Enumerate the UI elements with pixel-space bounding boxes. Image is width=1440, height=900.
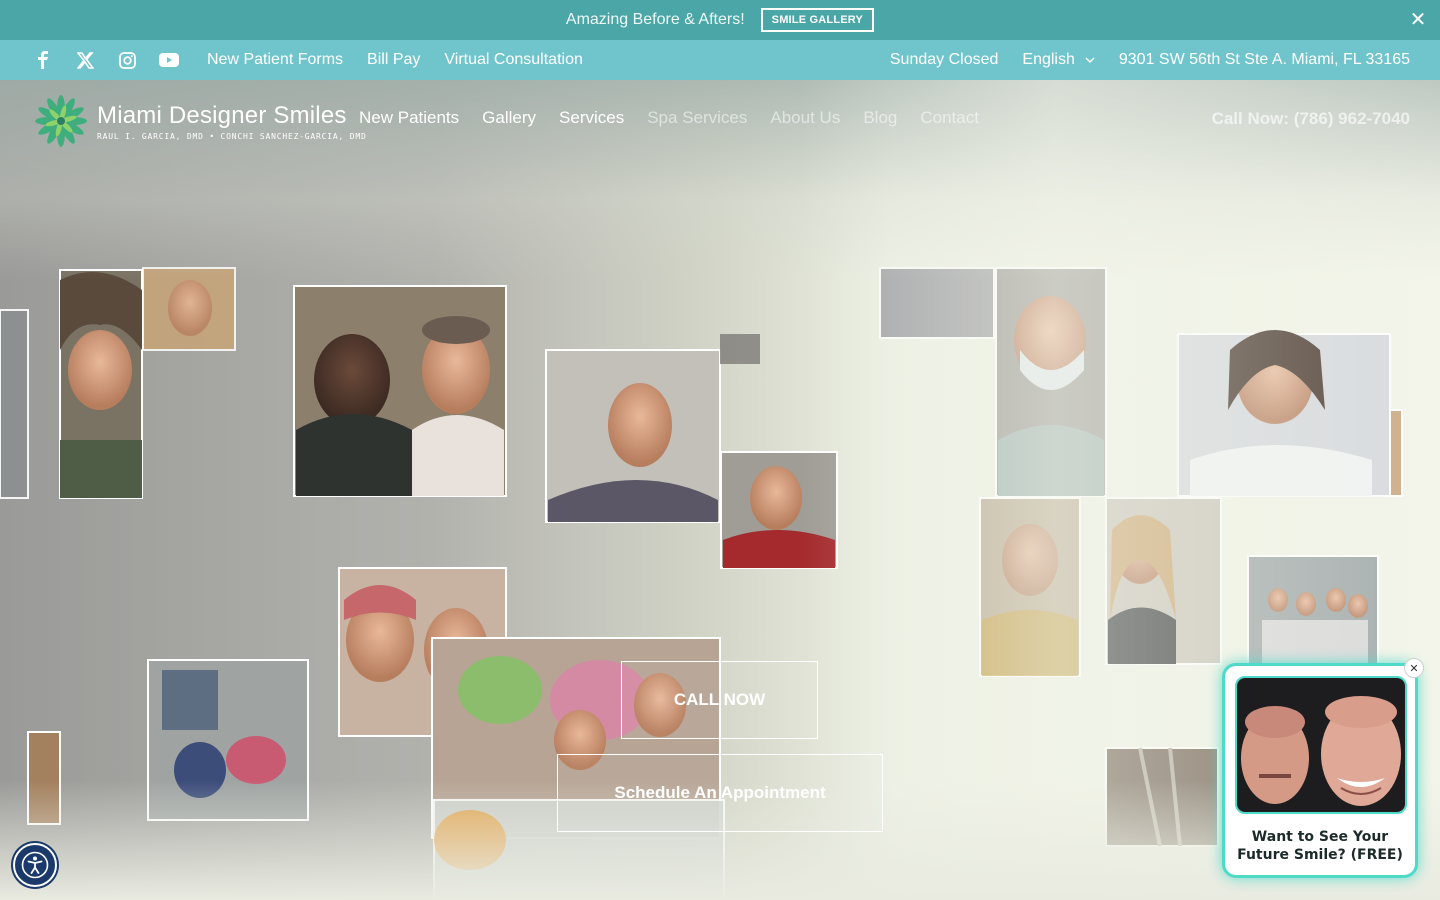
header-call-link[interactable]: Call Now: (786) 962-7040 <box>1212 109 1410 129</box>
photo-tile <box>545 349 721 523</box>
virtual-consultation-link[interactable]: Virtual Consultation <box>444 51 582 69</box>
announcement-close-icon[interactable]: ✕ <box>1406 8 1430 32</box>
brand-name: Miami Designer Smiles <box>97 101 347 129</box>
new-patient-forms-link[interactable]: New Patient Forms <box>207 51 343 69</box>
promo-text: Want to See Your Future Smile? (FREE) <box>1235 828 1405 864</box>
nav-item-services[interactable]: Services <box>559 108 624 128</box>
nav-item-contact[interactable]: Contact <box>920 108 979 128</box>
photo-tile <box>0 269 143 499</box>
photo-tile <box>1105 497 1222 665</box>
photo-tile <box>720 451 838 569</box>
social-links <box>33 50 179 70</box>
x-twitter-icon[interactable] <box>75 50 95 70</box>
address-link[interactable]: 9301 SW 56th St Ste A. Miami, FL 33165 <box>1119 51 1410 69</box>
language-selector[interactable]: English <box>1022 51 1095 69</box>
promo-text-line2: Future Smile? (FREE) <box>1237 847 1403 863</box>
instagram-icon[interactable] <box>117 50 137 70</box>
announcement-text: Amazing Before & Afters! <box>565 11 745 28</box>
call-now-button[interactable]: CALL NOW <box>621 661 818 739</box>
photo-tile <box>142 267 236 351</box>
schedule-appointment-button[interactable]: Schedule An Appointment <box>557 754 883 832</box>
facebook-icon[interactable] <box>33 50 53 70</box>
main-navigation: New Patients Gallery Services Spa Servic… <box>359 108 979 128</box>
photo-tile <box>995 267 1107 497</box>
nav-item-spa-services[interactable]: Spa Services <box>647 108 747 128</box>
chevron-down-icon <box>1085 56 1095 63</box>
bill-pay-link[interactable]: Bill Pay <box>367 51 420 69</box>
photo-tile <box>979 497 1081 677</box>
smile-preview-widget[interactable]: Want to See Your Future Smile? (FREE) <box>1222 663 1418 878</box>
announcement-bar: Amazing Before & Afters! SMILE GALLERY ✕ <box>0 0 1440 40</box>
photo-tile <box>293 285 507 497</box>
language-label: English <box>1022 51 1075 68</box>
site-logo[interactable]: Miami Designer Smiles RAUL I. GARCIA, DM… <box>33 93 367 149</box>
before-after-photo <box>1235 676 1407 814</box>
youtube-icon[interactable] <box>159 50 179 70</box>
brand-doctors: RAUL I. GARCIA, DMD • CONCHI SANCHEZ-GAR… <box>97 131 367 141</box>
accessibility-button[interactable] <box>13 843 57 887</box>
photo-tile <box>1389 409 1403 497</box>
nav-item-gallery[interactable]: Gallery <box>482 108 536 128</box>
flower-logo-icon <box>35 95 87 147</box>
smile-gallery-button[interactable]: SMILE GALLERY <box>760 8 875 32</box>
accessibility-icon <box>21 851 49 879</box>
utility-right: Sunday Closed English 9301 SW 56th St St… <box>890 51 1410 69</box>
promo-text-line1: Want to See Your <box>1251 829 1389 845</box>
promo-close-icon[interactable]: ✕ <box>1404 658 1424 678</box>
hours-text: Sunday Closed <box>889 51 999 68</box>
utility-links: New Patient Forms Bill Pay Virtual Consu… <box>207 51 583 69</box>
nav-item-new-patients[interactable]: New Patients <box>359 108 459 128</box>
utility-bar: New Patient Forms Bill Pay Virtual Consu… <box>0 40 1440 80</box>
photo-tile <box>1247 555 1379 667</box>
photo-tile <box>720 334 760 364</box>
logo-text: Miami Designer Smiles RAUL I. GARCIA, DM… <box>97 102 367 141</box>
photo-tile <box>1177 330 1391 497</box>
nav-item-blog[interactable]: Blog <box>863 108 897 128</box>
nav-item-about-us[interactable]: About Us <box>770 108 840 128</box>
